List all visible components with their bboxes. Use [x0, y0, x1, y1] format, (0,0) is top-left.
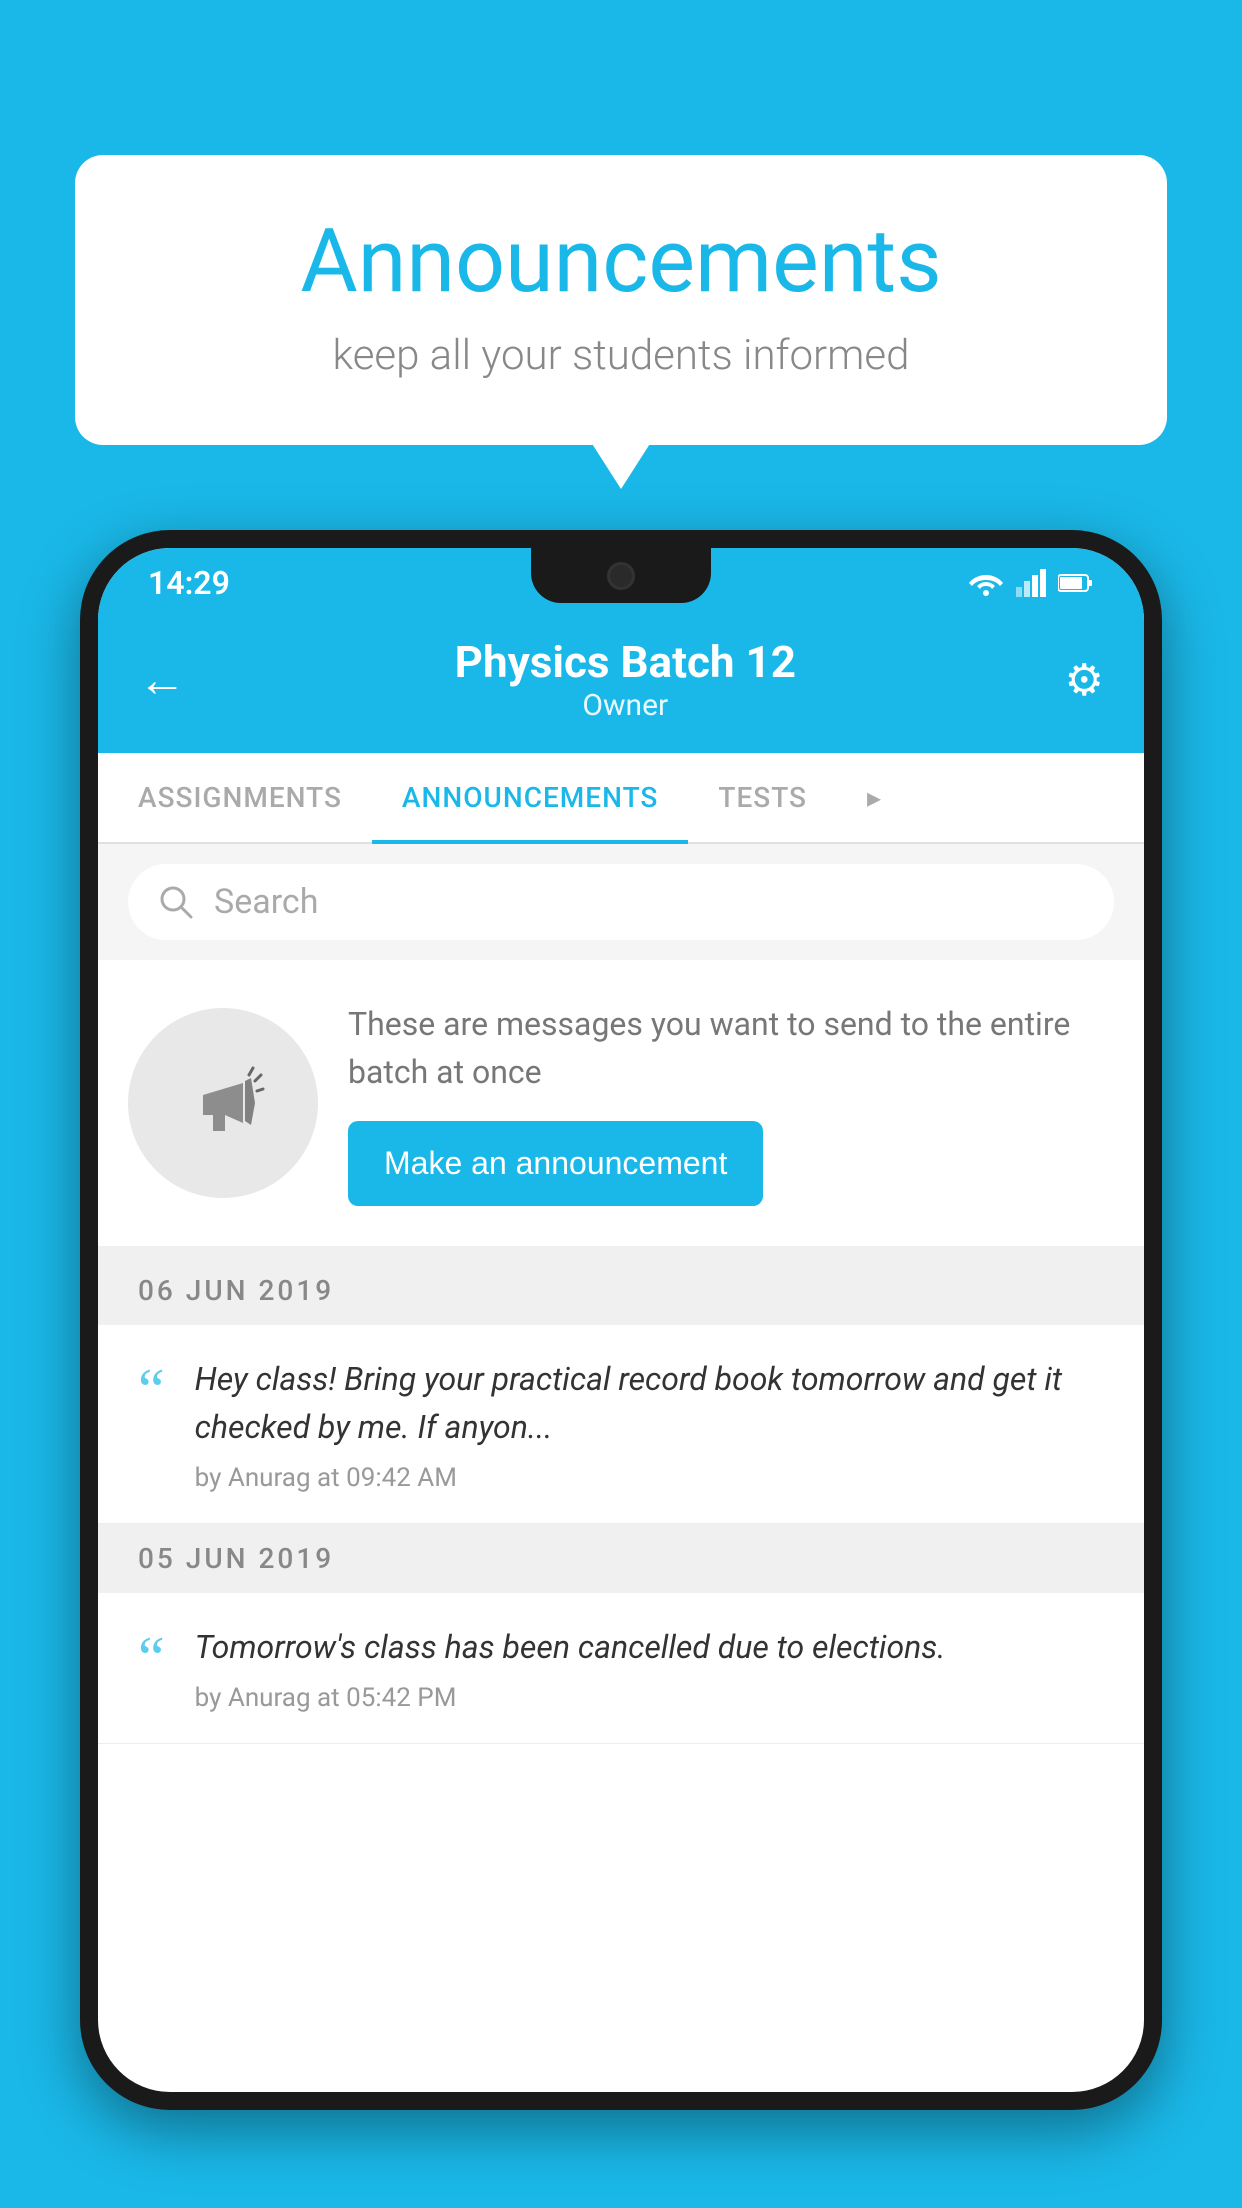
announcement-item-2[interactable]: “ Tomorrow's class has been cancelled du…	[98, 1593, 1144, 1744]
promo-icon-circle	[128, 1008, 318, 1198]
search-box[interactable]: Search	[128, 864, 1114, 940]
date-header-2: 05 JUN 2019	[98, 1524, 1144, 1593]
phone-container: 14:29	[80, 530, 1162, 2208]
announcement-content-1: Hey class! Bring your practical record b…	[195, 1355, 1104, 1493]
speech-bubble-container: Announcements keep all your students inf…	[75, 155, 1167, 445]
promo-description: These are messages you want to send to t…	[348, 1000, 1114, 1096]
announcement-content-2: Tomorrow's class has been cancelled due …	[195, 1623, 1104, 1713]
search-container: Search	[98, 844, 1144, 960]
announcement-text-2: Tomorrow's class has been cancelled due …	[195, 1623, 1104, 1671]
battery-icon	[1058, 573, 1094, 593]
phone-notch	[531, 548, 711, 603]
tab-tests[interactable]: TESTS	[688, 753, 837, 842]
bubble-subtitle: keep all your students informed	[145, 331, 1097, 380]
tab-assignments[interactable]: ASSIGNMENTS	[108, 753, 372, 842]
promo-right: These are messages you want to send to t…	[348, 1000, 1114, 1206]
quote-icon-1: “	[138, 1360, 165, 1420]
gear-icon[interactable]: ⚙	[1065, 654, 1104, 706]
announcement-meta-2: by Anurag at 05:42 PM	[195, 1683, 1104, 1713]
speech-bubble: Announcements keep all your students inf…	[75, 155, 1167, 445]
phone-outer: 14:29	[80, 530, 1162, 2110]
wifi-icon	[968, 569, 1004, 597]
batch-title: Physics Batch 12	[186, 636, 1065, 688]
promo-section: These are messages you want to send to t…	[98, 960, 1144, 1256]
megaphone-icon	[173, 1053, 273, 1153]
announcement-item-1[interactable]: “ Hey class! Bring your practical record…	[98, 1325, 1144, 1524]
bubble-title: Announcements	[145, 210, 1097, 313]
search-icon	[158, 884, 194, 920]
signal-icon	[1016, 569, 1046, 597]
tabs-container: ASSIGNMENTS ANNOUNCEMENTS TESTS ▸	[98, 753, 1144, 844]
header-title-section: Physics Batch 12 Owner	[186, 636, 1065, 723]
status-time: 14:29	[148, 564, 230, 602]
make-announcement-button[interactable]: Make an announcement	[348, 1121, 763, 1206]
quote-icon-2: “	[138, 1628, 165, 1688]
back-button[interactable]: ←	[138, 651, 186, 708]
announcement-text-1: Hey class! Bring your practical record b…	[195, 1355, 1104, 1451]
app-header: ← Physics Batch 12 Owner ⚙	[98, 618, 1144, 753]
search-placeholder: Search	[214, 882, 318, 922]
date-header-1: 06 JUN 2019	[98, 1256, 1144, 1325]
tab-announcements[interactable]: ANNOUNCEMENTS	[372, 753, 688, 842]
status-icons	[968, 569, 1094, 597]
owner-label: Owner	[186, 688, 1065, 723]
phone-camera	[607, 562, 635, 590]
phone-screen: 14:29	[98, 548, 1144, 2092]
announcement-meta-1: by Anurag at 09:42 AM	[195, 1463, 1104, 1493]
tab-more[interactable]: ▸	[837, 753, 912, 842]
